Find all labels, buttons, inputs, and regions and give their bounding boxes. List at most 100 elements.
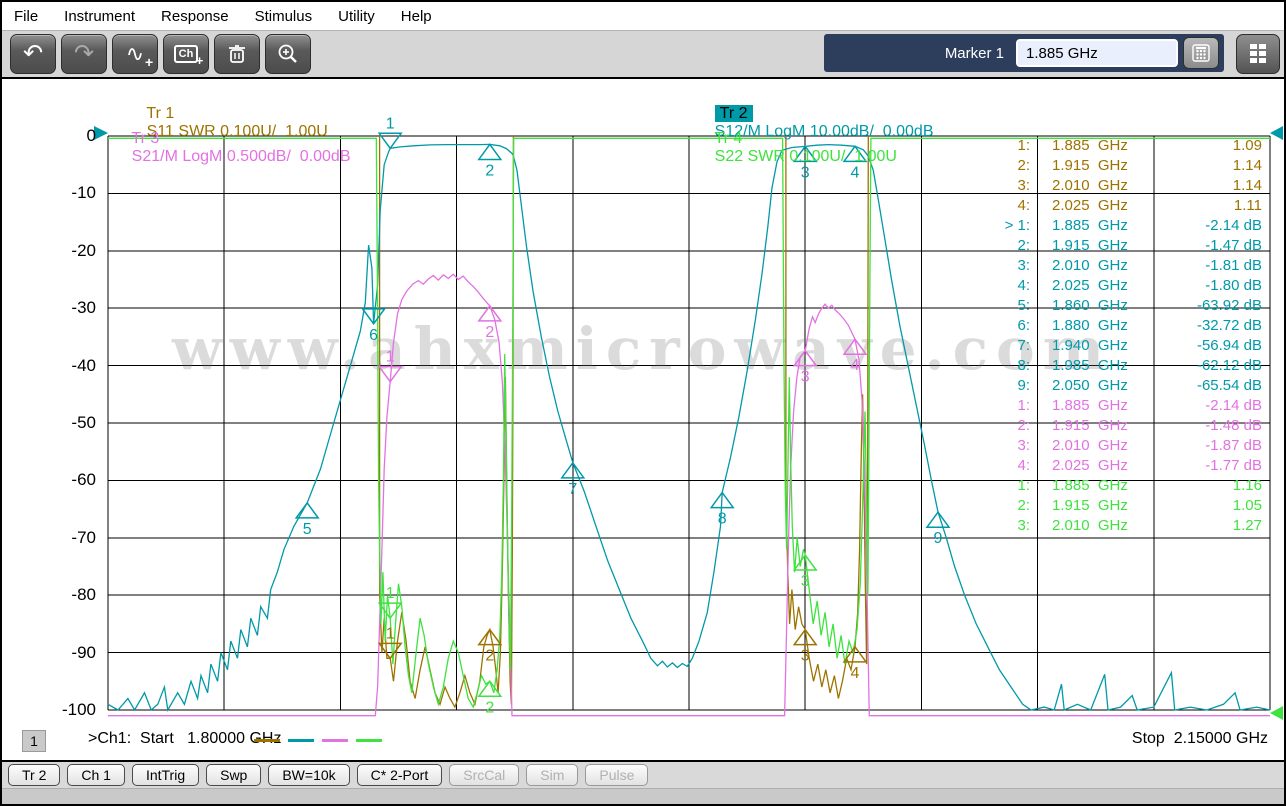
zoom-in-button[interactable] [265, 34, 311, 74]
y-tick-label: -70 [34, 528, 96, 548]
reference-level-arrow[interactable] [1270, 126, 1283, 140]
redo-button[interactable]: ↷ [61, 34, 107, 74]
menu-bar: File Instrument Response Stimulus Utility Hel… [2, 2, 1284, 30]
menu-instrument[interactable]: Instrument [64, 8, 135, 25]
keypad-button[interactable] [1183, 37, 1219, 69]
y-tick-label: -50 [34, 413, 96, 433]
marker-table-row: 2:1.915 GHz1.05 [984, 496, 1262, 516]
statusbar-sim[interactable]: Sim [526, 764, 578, 786]
marker-glyph-9[interactable]: 9 [927, 512, 949, 547]
marker-table-row: 9:2.050 GHz-65.54 dB [984, 376, 1262, 396]
marker-table-row: 4:2.025 GHz1.11 [984, 196, 1262, 216]
svg-text:3: 3 [801, 648, 810, 665]
menu-help[interactable]: Help [401, 8, 432, 25]
menu-utility[interactable]: Utility [338, 8, 375, 25]
toolbar: ↶ ↷ ∿+ Ch+ [2, 30, 1284, 77]
color-dash-olive [254, 739, 280, 742]
trace4-legend[interactable]: Tr 4 S22 SWR 0.100U/ 1.00U [688, 112, 897, 184]
color-dash-magenta [322, 739, 348, 742]
y-tick-label: -80 [34, 585, 96, 605]
add-trace-button[interactable]: ∿+ [112, 34, 158, 74]
undo-icon: ↶ [23, 42, 43, 66]
svg-text:5: 5 [303, 521, 312, 538]
statusbar-swp[interactable]: Swp [206, 764, 261, 786]
statusbar-ch-1[interactable]: Ch 1 [67, 764, 125, 786]
undo-button[interactable]: ↶ [10, 34, 56, 74]
trace4-id: Tr 4 [714, 130, 742, 147]
svg-text:3: 3 [801, 573, 810, 590]
svg-text:4: 4 [851, 357, 860, 374]
add-trace-icon: ∿+ [126, 43, 144, 65]
trace3-id: Tr 3 [131, 130, 159, 147]
channel-indicator[interactable]: 1 [22, 730, 46, 752]
trace-color-key [254, 739, 390, 742]
marker-glyph-2[interactable]: 2 [479, 144, 501, 179]
trash-icon [226, 43, 248, 65]
svg-text:1: 1 [386, 625, 395, 642]
trace3-desc: S21/M LogM 0.500dB/ 0.00dB [132, 148, 351, 165]
svg-text:8: 8 [718, 511, 727, 528]
statusbar-bw-10k[interactable]: BW=10k [268, 764, 349, 786]
svg-text:1: 1 [386, 115, 395, 132]
marker-frequency-input[interactable] [1016, 39, 1178, 67]
svg-text:2: 2 [485, 648, 494, 665]
marker-glyph-1[interactable]: 1 [379, 115, 401, 148]
menu-stimulus[interactable]: Stimulus [255, 8, 313, 25]
marker-readout-table: 1:1.885 GHz1.092:1.915 GHz1.143:2.010 GH… [984, 136, 1262, 536]
marker-label: Marker 1 [945, 45, 1004, 62]
sweep-stop-label: Stop 2.15000 GHz [1132, 730, 1268, 748]
marker-table-row: 1:1.885 GHz-2.14 dB [984, 396, 1262, 416]
marker-table-row: 2:1.915 GHz-1.47 dB [984, 236, 1262, 256]
marker-table-row: 2:1.915 GHz-1.48 dB [984, 416, 1262, 436]
statusbar-tr-2[interactable]: Tr 2 [8, 764, 60, 786]
status-bar: Tr 2 Ch 1 IntTrig Swp BW=10k C* 2-Port SrcCal S… [2, 760, 1284, 788]
vna-application-window: File Instrument Response Stimulus Utility Hel… [0, 0, 1286, 806]
channel-row: 1 >Ch1: Start 1.80000 GHz Stop 2.15000 G… [2, 727, 1284, 755]
sweep-start-label: >Ch1: Start 1.80000 GHz [88, 730, 281, 748]
color-dash-green [356, 739, 382, 742]
graticule-area: www.ahxmicrowave.com12345678912341234123… [2, 77, 1284, 760]
add-channel-button[interactable]: Ch+ [163, 34, 209, 74]
redo-icon: ↷ [74, 42, 94, 66]
marker-table-row: 1:1.885 GHz1.09 [984, 136, 1262, 156]
menu-response[interactable]: Response [161, 8, 229, 25]
svg-text:6: 6 [369, 327, 378, 344]
y-tick-label: -20 [34, 241, 96, 261]
watermark-text: www.ahxmicrowave.com [171, 315, 1112, 383]
marker-table-row: 3:2.010 GHz-1.87 dB [984, 436, 1262, 456]
marker-table-row: 4:2.025 GHz-1.77 dB [984, 456, 1262, 476]
marker-glyph-5[interactable]: 5 [296, 503, 318, 538]
grid-menu-icon [1248, 42, 1268, 66]
marker-table-row: 3:2.010 GHz1.27 [984, 516, 1262, 536]
marker-table-row: 3:2.010 GHz-1.81 dB [984, 256, 1262, 276]
marker-table-row: 7:1.940 GHz-56.94 dB [984, 336, 1262, 356]
trace4-desc: S22 SWR 0.100U/ 1.00U [715, 148, 897, 165]
statusbar-srccal[interactable]: SrcCal [449, 764, 519, 786]
y-tick-label: -90 [34, 643, 96, 663]
add-channel-icon: Ch+ [174, 45, 199, 63]
svg-text:1: 1 [386, 585, 395, 602]
trace-curve-1 [380, 136, 869, 707]
svg-text:2: 2 [485, 324, 494, 341]
marker-table-row: > 1:1.885 GHz-2.14 dB [984, 216, 1262, 236]
color-dash-teal [288, 739, 314, 742]
y-tick-label: -60 [34, 470, 96, 490]
statusbar-inttrig[interactable]: IntTrig [132, 764, 199, 786]
trace3-legend[interactable]: Tr 3 S21/M LogM 0.500dB/ 0.00dB [105, 112, 350, 184]
reference-level-arrow[interactable] [1270, 706, 1283, 720]
statusbar-pulse[interactable]: Pulse [585, 764, 648, 786]
svg-text:4: 4 [851, 665, 860, 682]
menu-file[interactable]: File [14, 8, 38, 25]
y-tick-label: -10 [34, 183, 96, 203]
softkey-menu-button[interactable] [1236, 34, 1280, 74]
svg-text:1: 1 [386, 349, 395, 366]
statusbar-c-2-port[interactable]: C* 2-Port [357, 764, 443, 786]
y-tick-label: -30 [34, 298, 96, 318]
marker-table-row: 4:2.025 GHz-1.80 dB [984, 276, 1262, 296]
svg-text:2: 2 [485, 699, 494, 716]
svg-text:3: 3 [801, 369, 810, 386]
marker-table-row: 6:1.880 GHz-32.72 dB [984, 316, 1262, 336]
y-tick-label: -100 [34, 700, 96, 720]
marker-table-row: 5:1.860 GHz-63.92 dB [984, 296, 1262, 316]
delete-button[interactable] [214, 34, 260, 74]
